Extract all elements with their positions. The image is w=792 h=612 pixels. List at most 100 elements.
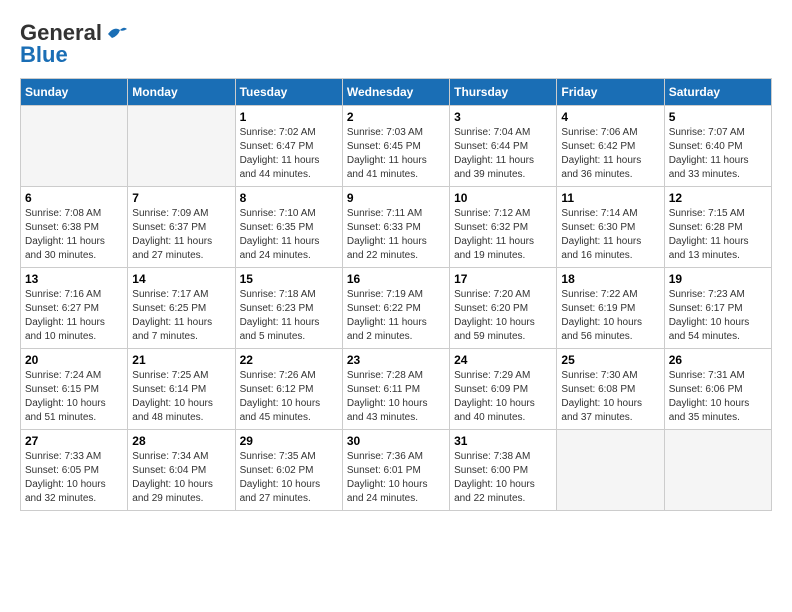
day-number: 5: [669, 110, 767, 124]
calendar-day-cell: 18Sunrise: 7:22 AM Sunset: 6:19 PM Dayli…: [557, 268, 664, 349]
calendar-day-cell: 13 Sunrise: 7:16 AM Sunset: 6:27 PM Dayli…: [21, 268, 128, 349]
day-number: 30: [347, 434, 445, 448]
day-number: 4: [561, 110, 659, 124]
day-info: Sunrise: 7:03 AM Sunset: 6:45 PM Dayligh…: [347, 126, 445, 182]
day-info: Sunrise: 7:29 AM Sunset: 6:09 PM Dayligh…: [454, 369, 552, 425]
day-info: Sunrise: 7:16 AM Sunset: 6:27 PM Dayligh…: [25, 288, 123, 344]
day-number: 21: [132, 353, 230, 367]
calendar-day-cell: 7 Sunrise: 7:09 AM Sunset: 6:37 PM Daylig…: [128, 187, 235, 268]
calendar-week-row: 27 Sunrise: 7:33 AM Sunset: 6:05 PM Dayli…: [21, 430, 772, 511]
day-number: 27: [25, 434, 123, 448]
day-number: 17: [454, 272, 552, 286]
calendar-day-cell: 22 Sunrise: 7:26 AM Sunset: 6:12 PM Dayli…: [235, 349, 342, 430]
day-info: Sunrise: 7:07 AM Sunset: 6:40 PM Dayligh…: [669, 126, 767, 182]
day-number: 19: [669, 272, 767, 286]
day-info: Sunrise: 7:20 AM Sunset: 6:20 PM Dayligh…: [454, 288, 552, 344]
calendar-day-cell: 12Sunrise: 7:15 AM Sunset: 6:28 PM Dayli…: [664, 187, 771, 268]
day-number: 24: [454, 353, 552, 367]
day-number: 8: [240, 191, 338, 205]
day-number: 7: [132, 191, 230, 205]
calendar-day-cell: 3Sunrise: 7:04 AM Sunset: 6:44 PM Daylig…: [450, 106, 557, 187]
calendar-day-cell: 26 Sunrise: 7:31 AM Sunset: 6:06 PM Dayli…: [664, 349, 771, 430]
day-info: Sunrise: 7:18 AM Sunset: 6:23 PM Dayligh…: [240, 288, 338, 344]
day-info: Sunrise: 7:17 AM Sunset: 6:25 PM Dayligh…: [132, 288, 230, 344]
day-number: 11: [561, 191, 659, 205]
calendar-day-cell: 1 Sunrise: 7:02 AM Sunset: 6:47 PM Daylig…: [235, 106, 342, 187]
day-number: 16: [347, 272, 445, 286]
day-info: Sunrise: 7:36 AM Sunset: 6:01 PM Dayligh…: [347, 450, 445, 506]
day-info: Sunrise: 7:33 AM Sunset: 6:05 PM Dayligh…: [25, 450, 123, 506]
day-number: 2: [347, 110, 445, 124]
day-info: Sunrise: 7:12 AM Sunset: 6:32 PM Dayligh…: [454, 207, 552, 263]
weekday-header: Wednesday: [342, 79, 449, 106]
day-info: Sunrise: 7:34 AM Sunset: 6:04 PM Dayligh…: [132, 450, 230, 506]
day-info: Sunrise: 7:06 AM Sunset: 6:42 PM Dayligh…: [561, 126, 659, 182]
day-info: Sunrise: 7:25 AM Sunset: 6:14 PM Dayligh…: [132, 369, 230, 425]
day-number: 23: [347, 353, 445, 367]
day-number: 18: [561, 272, 659, 286]
calendar-table: SundayMondayTuesdayWednesdayThursdayFrid…: [20, 78, 772, 511]
day-info: Sunrise: 7:08 AM Sunset: 6:38 PM Dayligh…: [25, 207, 123, 263]
day-info: Sunrise: 7:26 AM Sunset: 6:12 PM Dayligh…: [240, 369, 338, 425]
day-number: 22: [240, 353, 338, 367]
calendar-day-cell: 17 Sunrise: 7:20 AM Sunset: 6:20 PM Dayli…: [450, 268, 557, 349]
day-info: Sunrise: 7:02 AM Sunset: 6:47 PM Dayligh…: [240, 126, 338, 182]
day-info: Sunrise: 7:10 AM Sunset: 6:35 PM Dayligh…: [240, 207, 338, 263]
day-info: Sunrise: 7:30 AM Sunset: 6:08 PM Dayligh…: [561, 369, 659, 425]
calendar-day-cell: [664, 430, 771, 511]
day-info: Sunrise: 7:31 AM Sunset: 6:06 PM Dayligh…: [669, 369, 767, 425]
calendar-day-cell: 20Sunrise: 7:24 AM Sunset: 6:15 PM Dayli…: [21, 349, 128, 430]
calendar-week-row: 20Sunrise: 7:24 AM Sunset: 6:15 PM Dayli…: [21, 349, 772, 430]
calendar-day-cell: 8 Sunrise: 7:10 AM Sunset: 6:35 PM Daylig…: [235, 187, 342, 268]
day-info: Sunrise: 7:24 AM Sunset: 6:15 PM Dayligh…: [25, 369, 123, 425]
calendar-day-cell: 2 Sunrise: 7:03 AM Sunset: 6:45 PM Daylig…: [342, 106, 449, 187]
calendar-day-cell: 16 Sunrise: 7:19 AM Sunset: 6:22 PM Dayli…: [342, 268, 449, 349]
calendar-day-cell: 29Sunrise: 7:35 AM Sunset: 6:02 PM Dayli…: [235, 430, 342, 511]
day-number: 25: [561, 353, 659, 367]
day-info: Sunrise: 7:09 AM Sunset: 6:37 PM Dayligh…: [132, 207, 230, 263]
logo-bird-icon: [106, 24, 128, 42]
calendar-day-cell: 24 Sunrise: 7:29 AM Sunset: 6:09 PM Dayli…: [450, 349, 557, 430]
day-number: 9: [347, 191, 445, 205]
calendar-day-cell: 15 Sunrise: 7:18 AM Sunset: 6:23 PM Dayli…: [235, 268, 342, 349]
calendar-day-cell: 28 Sunrise: 7:34 AM Sunset: 6:04 PM Dayli…: [128, 430, 235, 511]
weekday-header: Saturday: [664, 79, 771, 106]
calendar-day-cell: 11 Sunrise: 7:14 AM Sunset: 6:30 PM Dayli…: [557, 187, 664, 268]
weekday-header: Sunday: [21, 79, 128, 106]
day-info: Sunrise: 7:19 AM Sunset: 6:22 PM Dayligh…: [347, 288, 445, 344]
day-info: Sunrise: 7:38 AM Sunset: 6:00 PM Dayligh…: [454, 450, 552, 506]
day-info: Sunrise: 7:11 AM Sunset: 6:33 PM Dayligh…: [347, 207, 445, 263]
page-header: General Blue: [20, 20, 772, 68]
day-number: 6: [25, 191, 123, 205]
weekday-header: Monday: [128, 79, 235, 106]
logo: General Blue: [20, 20, 128, 68]
calendar-header-row: SundayMondayTuesdayWednesdayThursdayFrid…: [21, 79, 772, 106]
calendar-day-cell: 9 Sunrise: 7:11 AM Sunset: 6:33 PM Daylig…: [342, 187, 449, 268]
day-info: Sunrise: 7:15 AM Sunset: 6:28 PM Dayligh…: [669, 207, 767, 263]
logo-blue: Blue: [20, 42, 68, 68]
calendar-day-cell: 14Sunrise: 7:17 AM Sunset: 6:25 PM Dayli…: [128, 268, 235, 349]
day-number: 13: [25, 272, 123, 286]
weekday-header: Friday: [557, 79, 664, 106]
day-number: 29: [240, 434, 338, 448]
day-number: 1: [240, 110, 338, 124]
calendar-day-cell: 6 Sunrise: 7:08 AM Sunset: 6:38 PM Daylig…: [21, 187, 128, 268]
calendar-day-cell: 10Sunrise: 7:12 AM Sunset: 6:32 PM Dayli…: [450, 187, 557, 268]
day-number: 15: [240, 272, 338, 286]
calendar-day-cell: [128, 106, 235, 187]
day-info: Sunrise: 7:14 AM Sunset: 6:30 PM Dayligh…: [561, 207, 659, 263]
day-number: 26: [669, 353, 767, 367]
calendar-day-cell: 4 Sunrise: 7:06 AM Sunset: 6:42 PM Daylig…: [557, 106, 664, 187]
weekday-header: Thursday: [450, 79, 557, 106]
calendar-day-cell: 21 Sunrise: 7:25 AM Sunset: 6:14 PM Dayli…: [128, 349, 235, 430]
day-number: 28: [132, 434, 230, 448]
day-info: Sunrise: 7:28 AM Sunset: 6:11 PM Dayligh…: [347, 369, 445, 425]
calendar-day-cell: [21, 106, 128, 187]
calendar-week-row: 6 Sunrise: 7:08 AM Sunset: 6:38 PM Daylig…: [21, 187, 772, 268]
day-number: 3: [454, 110, 552, 124]
calendar-week-row: 13 Sunrise: 7:16 AM Sunset: 6:27 PM Dayli…: [21, 268, 772, 349]
weekday-header: Tuesday: [235, 79, 342, 106]
day-info: Sunrise: 7:23 AM Sunset: 6:17 PM Dayligh…: [669, 288, 767, 344]
calendar-week-row: 1 Sunrise: 7:02 AM Sunset: 6:47 PM Daylig…: [21, 106, 772, 187]
calendar-day-cell: 5 Sunrise: 7:07 AM Sunset: 6:40 PM Daylig…: [664, 106, 771, 187]
